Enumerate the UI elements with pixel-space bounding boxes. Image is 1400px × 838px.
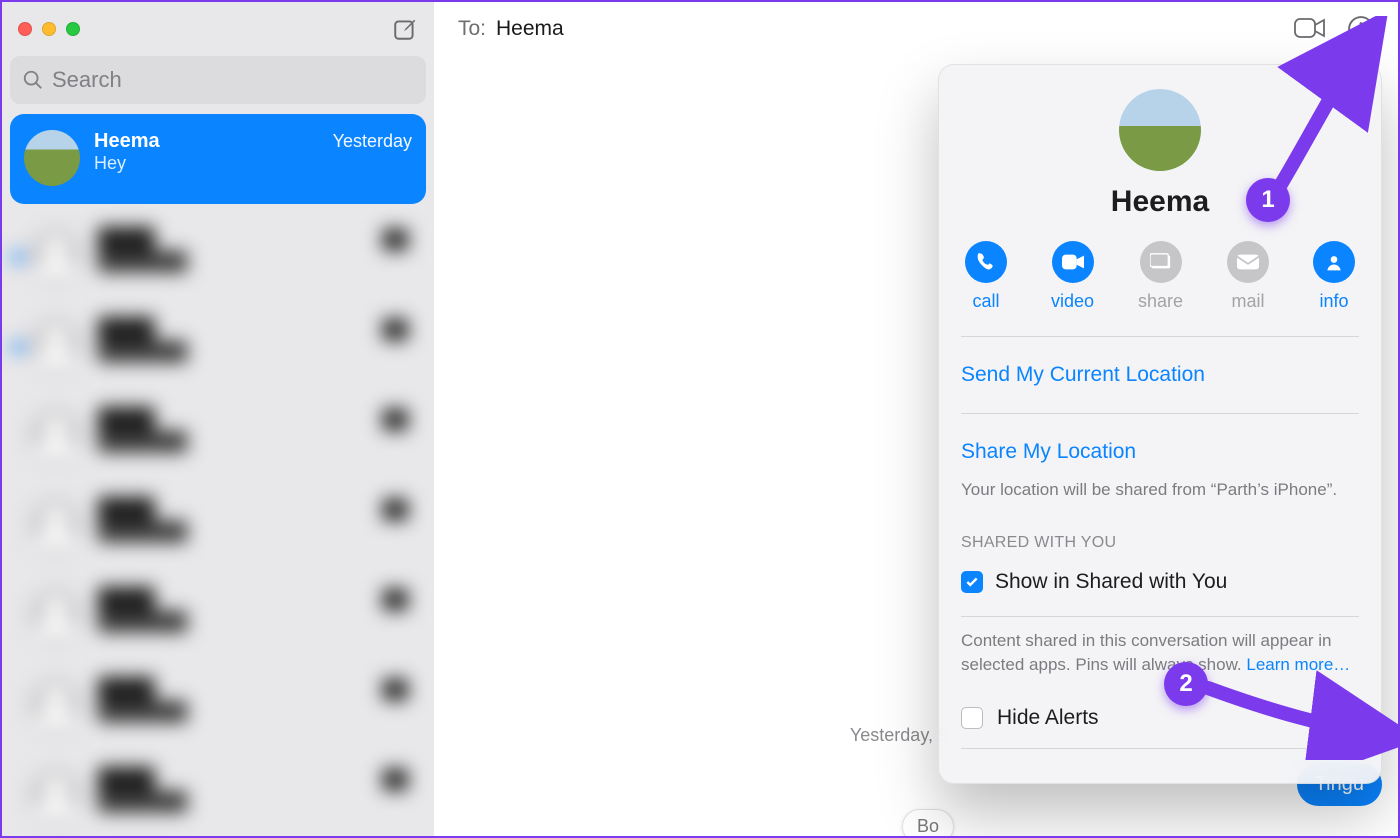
conversation-item[interactable]: █████████████ bbox=[14, 662, 422, 752]
conversation-name: Heema bbox=[94, 130, 160, 153]
video-camera-icon bbox=[1294, 16, 1326, 40]
conversation-pane: To: Heema Yester bbox=[434, 2, 1398, 836]
details-popover: Heema call video share mail bbox=[938, 64, 1382, 784]
share-my-location[interactable]: Share My Location bbox=[961, 426, 1359, 478]
conversations-sidebar: Heema Yesterday Hey █████████████ ██████… bbox=[2, 2, 434, 836]
action-label: share bbox=[1138, 291, 1183, 312]
conversation-item[interactable]: █████████████ bbox=[14, 392, 422, 482]
search-field[interactable] bbox=[10, 56, 426, 104]
conversation-time: Yesterday bbox=[333, 131, 412, 152]
share-action: share bbox=[1138, 241, 1183, 312]
conversation-item[interactable]: █████████████ bbox=[14, 482, 422, 572]
facetime-button[interactable] bbox=[1294, 16, 1326, 42]
video-icon bbox=[1052, 241, 1094, 283]
contact-name: Heema bbox=[961, 185, 1359, 219]
avatar bbox=[28, 408, 84, 464]
screen-share-icon bbox=[1140, 241, 1182, 283]
blurred-conversations: █████████████ █████████████ ████████████… bbox=[6, 204, 430, 836]
message-timestamp: Yesterday, 9 bbox=[434, 725, 958, 746]
conversation-header: To: Heema bbox=[434, 2, 1398, 56]
info-action[interactable]: info bbox=[1313, 241, 1355, 312]
show-in-shared-label: Show in Shared with You bbox=[995, 570, 1227, 594]
maximize-window-button[interactable] bbox=[66, 22, 80, 36]
messages-window: Heema Yesterday Hey █████████████ ██████… bbox=[0, 0, 1400, 838]
contact-actions: call video share mail info bbox=[961, 241, 1359, 312]
avatar bbox=[28, 498, 84, 554]
checkmark-icon bbox=[965, 575, 979, 589]
show-in-shared-row[interactable]: Show in Shared with You bbox=[961, 564, 1359, 604]
conversation-item[interactable]: █████████████ bbox=[14, 752, 422, 836]
compose-button[interactable] bbox=[392, 16, 418, 42]
search-icon bbox=[22, 69, 44, 91]
send-current-location[interactable]: Send My Current Location bbox=[961, 349, 1359, 401]
learn-more-link[interactable]: Learn more… bbox=[1246, 655, 1350, 674]
search-input[interactable] bbox=[52, 67, 414, 93]
contact-avatar[interactable] bbox=[1119, 89, 1201, 171]
hide-alerts-checkbox[interactable] bbox=[961, 707, 983, 729]
avatar bbox=[28, 678, 84, 734]
to-label: To: bbox=[458, 17, 486, 41]
minimize-window-button[interactable] bbox=[42, 22, 56, 36]
shared-with-you-header: SHARED WITH YOU bbox=[961, 534, 1359, 552]
unread-indicator bbox=[12, 251, 24, 263]
mail-icon bbox=[1227, 241, 1269, 283]
phone-icon bbox=[965, 241, 1007, 283]
conversation-item[interactable]: █████████████ bbox=[14, 302, 422, 392]
close-window-button[interactable] bbox=[18, 22, 32, 36]
avatar bbox=[28, 768, 84, 824]
avatar bbox=[28, 588, 84, 644]
unread-indicator bbox=[12, 341, 24, 353]
annotation-badge-2: 2 bbox=[1164, 662, 1208, 706]
action-label: mail bbox=[1232, 291, 1265, 312]
person-icon bbox=[1313, 241, 1355, 283]
show-in-shared-checkbox[interactable] bbox=[961, 571, 983, 593]
traffic-lights bbox=[18, 22, 80, 36]
hide-alerts-label: Hide Alerts bbox=[997, 706, 1099, 730]
compose-icon bbox=[392, 16, 418, 42]
shared-caption: Content shared in this conversation will… bbox=[961, 629, 1359, 677]
location-caption: Your location will be shared from “Parth… bbox=[961, 478, 1359, 502]
window-titlebar bbox=[2, 2, 434, 56]
info-icon bbox=[1348, 16, 1374, 42]
conversation-list[interactable]: Heema Yesterday Hey █████████████ ██████… bbox=[2, 114, 434, 836]
annotation-badge-1: 1 bbox=[1246, 178, 1290, 222]
to-recipient[interactable]: Heema bbox=[496, 17, 564, 41]
action-label: info bbox=[1319, 291, 1348, 312]
call-action[interactable]: call bbox=[965, 241, 1007, 312]
mail-action: mail bbox=[1227, 241, 1269, 312]
video-action[interactable]: video bbox=[1051, 241, 1094, 312]
avatar bbox=[24, 130, 80, 186]
action-label: call bbox=[972, 291, 999, 312]
conversation-item[interactable]: █████████████ bbox=[14, 212, 422, 302]
hide-alerts-row[interactable]: Hide Alerts bbox=[961, 676, 1359, 736]
conversation-preview: Hey bbox=[94, 153, 412, 174]
conversation-item[interactable]: █████████████ bbox=[14, 572, 422, 662]
action-label: video bbox=[1051, 291, 1094, 312]
avatar bbox=[28, 318, 84, 374]
details-button[interactable] bbox=[1348, 16, 1374, 42]
conversation-item-heema[interactable]: Heema Yesterday Hey bbox=[10, 114, 426, 204]
compose-field[interactable]: Bo bbox=[902, 809, 954, 836]
avatar bbox=[28, 228, 84, 284]
